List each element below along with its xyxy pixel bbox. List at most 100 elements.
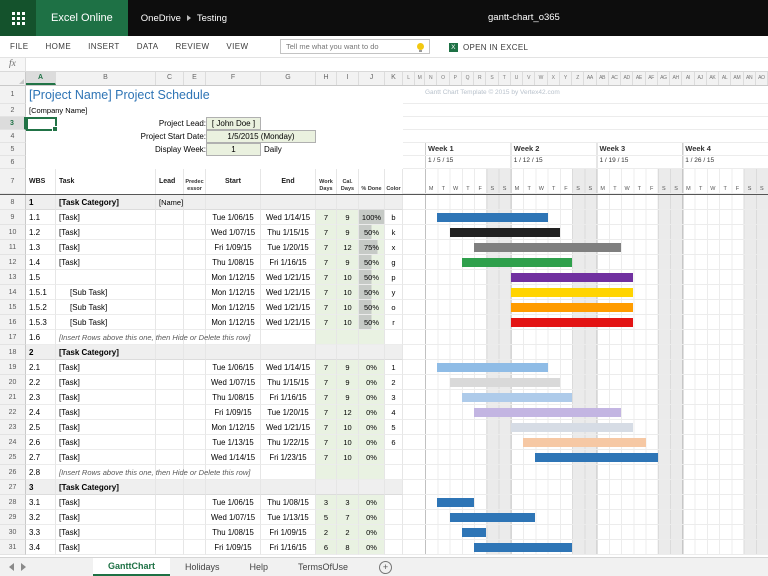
task-cell[interactable]: [Task] <box>56 540 156 555</box>
caldays-cell[interactable]: 10 <box>337 285 359 300</box>
column-header-AB[interactable]: AB <box>597 72 609 85</box>
workdays-cell[interactable]: 7 <box>316 390 337 405</box>
gantt-bar-1.5[interactable] <box>511 273 634 282</box>
column-header-AJ[interactable]: AJ <box>695 72 707 85</box>
lead-cell[interactable] <box>156 270 184 285</box>
workdays-cell[interactable]: 7 <box>316 450 337 465</box>
caldays-cell[interactable]: 10 <box>337 420 359 435</box>
start-cell[interactable]: Mon 1/12/15 <box>206 300 261 315</box>
menu-review[interactable]: REVIEW <box>175 42 209 51</box>
pctdone-cell[interactable]: 75% <box>359 240 385 255</box>
gantt-row-area[interactable] <box>403 465 768 480</box>
task-cell[interactable]: [Task] <box>56 510 156 525</box>
column-header-H[interactable]: H <box>316 72 337 85</box>
column-header-U[interactable]: U <box>511 72 523 85</box>
pred-cell[interactable] <box>184 315 206 330</box>
start-cell[interactable]: Fri 1/09/15 <box>206 240 261 255</box>
pctdone-cell[interactable] <box>359 465 385 480</box>
menu-view[interactable]: VIEW <box>226 42 248 51</box>
wbs-cell[interactable]: 1 <box>26 195 56 210</box>
gantt-row-area[interactable] <box>403 117 768 130</box>
gantt-row-area[interactable] <box>403 390 768 405</box>
start-cell[interactable]: Fri 1/09/15 <box>206 405 261 420</box>
pctdone-cell[interactable] <box>359 330 385 345</box>
menu-insert[interactable]: INSERT <box>88 42 120 51</box>
pctdone-cell[interactable]: 0% <box>359 450 385 465</box>
column-header-O[interactable]: O <box>437 72 449 85</box>
column-header-B[interactable]: B <box>56 72 156 85</box>
row-header-25[interactable]: 25 <box>0 450 26 465</box>
gantt-bar-3.4[interactable] <box>474 543 572 552</box>
caldays-cell[interactable] <box>337 195 359 210</box>
wbs-cell[interactable]: 1.2 <box>26 225 56 240</box>
display-week-input[interactable]: 1 <box>206 143 261 156</box>
gantt-bar-1.5.2[interactable] <box>511 303 634 312</box>
pctdone-cell[interactable] <box>359 480 385 495</box>
row-header-15[interactable]: 15 <box>0 300 26 315</box>
lead-cell[interactable] <box>156 255 184 270</box>
row-header-24[interactable]: 24 <box>0 435 26 450</box>
wbs-cell[interactable]: 2.6 <box>26 435 56 450</box>
task-cell[interactable]: [Task] <box>56 525 156 540</box>
start-cell[interactable] <box>206 480 261 495</box>
start-cell[interactable]: Tue 1/06/15 <box>206 495 261 510</box>
pctdone-cell[interactable]: 0% <box>359 525 385 540</box>
wbs-cell[interactable]: 2.7 <box>26 450 56 465</box>
lead-cell[interactable] <box>156 540 184 555</box>
column-header-A[interactable]: A <box>26 72 56 85</box>
gantt-row-area[interactable] <box>403 330 768 345</box>
sheet-title-cell[interactable]: [Project Name] Project Schedule <box>26 86 403 104</box>
caldays-cell[interactable]: 3 <box>337 495 359 510</box>
column-header-AO[interactable]: AO <box>756 72 768 85</box>
row-header-5[interactable]: 5 <box>0 143 26 156</box>
pred-cell[interactable] <box>184 495 206 510</box>
workdays-cell[interactable]: 7 <box>316 225 337 240</box>
workdays-cell[interactable]: 7 <box>316 240 337 255</box>
column-header-Z[interactable]: Z <box>572 72 584 85</box>
row-header-28[interactable]: 28 <box>0 495 26 510</box>
column-header-AD[interactable]: AD <box>621 72 633 85</box>
lead-cell[interactable] <box>156 315 184 330</box>
workdays-cell[interactable] <box>316 480 337 495</box>
column-header-I[interactable]: I <box>337 72 359 85</box>
gantt-bar-1.2[interactable] <box>450 228 560 237</box>
pred-cell[interactable] <box>184 420 206 435</box>
end-cell[interactable]: Wed 1/21/15 <box>261 420 316 435</box>
workdays-cell[interactable]: 7 <box>316 210 337 225</box>
wbs-cell[interactable]: 3.4 <box>26 540 56 555</box>
row-header-2[interactable]: 2 <box>0 104 26 117</box>
column-header-S[interactable]: S <box>486 72 498 85</box>
start-cell[interactable]: Wed 1/14/15 <box>206 450 261 465</box>
start-date-input[interactable]: 1/5/2015 (Monday) <box>206 130 316 143</box>
task-cell[interactable]: [Task] <box>56 210 156 225</box>
empty-cell[interactable] <box>316 130 403 143</box>
column-header-X[interactable]: X <box>548 72 560 85</box>
end-cell[interactable]: Fri 1/09/15 <box>261 525 316 540</box>
pred-cell[interactable] <box>184 525 206 540</box>
empty-cell[interactable] <box>261 117 403 130</box>
row-header-27[interactable]: 27 <box>0 480 26 495</box>
task-cell[interactable]: [Sub Task] <box>56 300 156 315</box>
pctdone-cell[interactable] <box>359 195 385 210</box>
menu-file[interactable]: FILE <box>10 42 29 51</box>
caldays-cell[interactable]: 9 <box>337 210 359 225</box>
color-cell[interactable] <box>385 195 403 210</box>
pred-cell[interactable] <box>184 300 206 315</box>
end-cell[interactable]: Tue 1/20/15 <box>261 405 316 420</box>
end-cell[interactable] <box>261 480 316 495</box>
lead-cell[interactable] <box>156 420 184 435</box>
gantt-row-area[interactable] <box>403 345 768 360</box>
open-in-excel-button[interactable]: X OPEN IN EXCEL <box>449 36 528 58</box>
column-header-C[interactable]: C <box>156 72 184 85</box>
task-cell[interactable]: [Task] <box>56 450 156 465</box>
row-header-3[interactable]: 3 <box>0 117 26 130</box>
color-cell[interactable]: r <box>385 315 403 330</box>
gantt-bar-1.5.3[interactable] <box>511 318 634 327</box>
column-header-G[interactable]: G <box>261 72 316 85</box>
column-header-T[interactable]: T <box>499 72 511 85</box>
gantt-row-area[interactable] <box>403 540 768 555</box>
pctdone-cell[interactable]: 0% <box>359 510 385 525</box>
caldays-cell[interactable]: 10 <box>337 435 359 450</box>
lead-cell[interactable]: [Name] <box>156 195 184 210</box>
color-cell[interactable]: 6 <box>385 435 403 450</box>
